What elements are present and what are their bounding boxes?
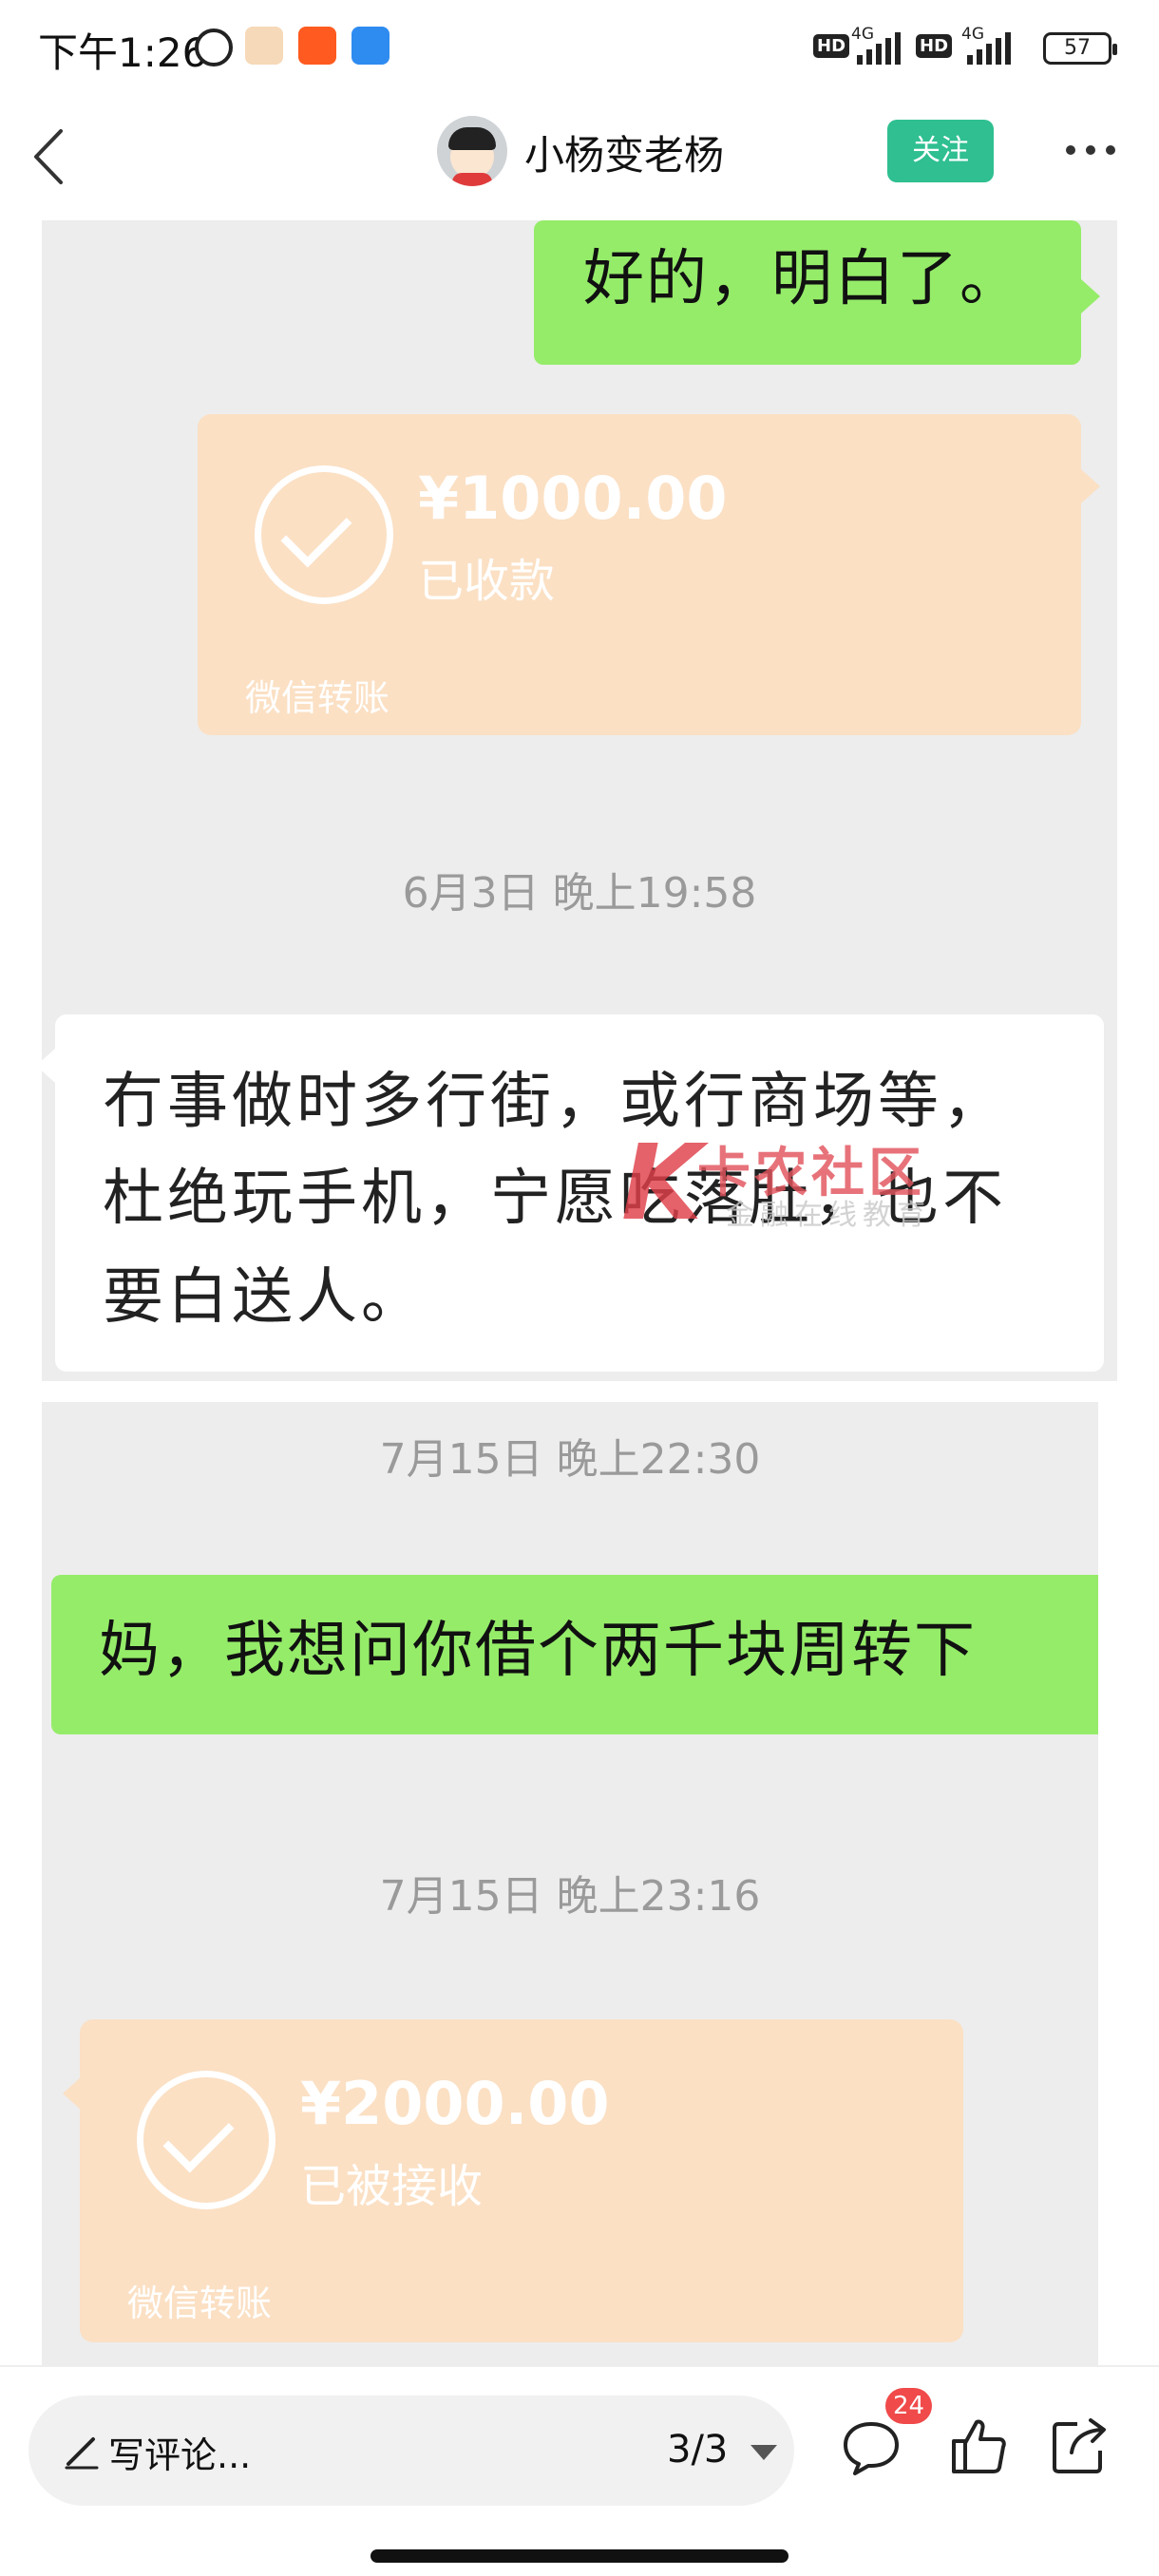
app-notification-icon [245,27,283,65]
chat-timestamp: 7月15日 晚上23:16 [379,1872,761,1921]
author-name[interactable]: 小杨变老杨 [524,123,724,181]
signal-icon [967,32,1011,65]
comment-icon[interactable] [840,2415,902,2481]
check-icon [255,465,393,604]
transfer-status: 已收款 [418,555,556,608]
chat-timestamp: 7月15日 晚上22:30 [379,1435,761,1484]
chat-message: 好的，明白了。 [583,244,1022,314]
back-arrow-icon[interactable] [28,125,76,188]
hd-icon: HD [916,34,953,58]
watermark-subtitle: 金融在线教育 [726,1199,931,1232]
app-notification-icon [352,27,390,65]
watermark-logo: K 卡农社区 金融在线教育 [621,1125,982,1235]
comment-count-badge: 24 [885,2388,933,2424]
transfer-status: 已被接收 [300,2160,484,2213]
top-nav-bar: 小杨变老杨 关注 [0,95,1159,218]
comment-input[interactable]: 写评论... 3/3 [28,2396,794,2506]
share-icon[interactable] [1049,2413,1112,2479]
chat-screenshot-part-1[interactable]: 好的，明白了。 ¥1000.00 已收款 微信转账 6月3日 晚上19:58 冇… [42,220,1117,1381]
alarm-icon [195,28,233,66]
avatar[interactable] [437,116,507,186]
post-detail-page: 下午1:26 HD 4G HD 4G 57 小杨变老杨 关注 好的，明白了。 ¥… [0,0,1159,2576]
pen-icon [65,2437,99,2470]
status-bar: 下午1:26 HD 4G HD 4G 57 [0,0,1159,95]
chat-bubble-sent: 好的，明白了。 [534,220,1081,365]
caret-down-icon[interactable] [750,2445,777,2460]
battery-indicator: 57 [1043,32,1117,65]
app-notification-icon [298,27,336,65]
hd-icon: HD [813,34,850,58]
transfer-label: 微信转账 [245,677,390,719]
transfer-card: ¥2000.00 已被接收 微信转账 [80,2019,963,2342]
bottom-action-bar: 写评论... 3/3 24 [0,2365,1159,2576]
more-icon[interactable] [1066,141,1115,160]
follow-button[interactable]: 关注 [887,120,994,182]
page-counter[interactable]: 3/3 [667,2428,728,2472]
home-indicator[interactable] [370,2549,788,2563]
status-time: 下午1:26 [38,29,208,76]
transfer-card: ¥1000.00 已收款 微信转账 [198,414,1081,735]
chat-message-line: 要白送人。 [103,1262,426,1333]
like-icon[interactable] [948,2413,1011,2479]
transfer-amount: ¥1000.00 [418,464,728,533]
signal-icon [857,32,901,65]
check-icon [137,2071,276,2209]
chat-message: 妈，我想问你借个两千块周转下 [99,1616,977,1686]
transfer-label: 微信转账 [127,2282,273,2324]
transfer-amount: ¥2000.00 [300,2069,610,2138]
chat-bubble-sent: 妈，我想问你借个两千块周转下 [51,1575,1098,1734]
chat-timestamp: 6月3日 晚上19:58 [402,869,757,918]
chat-screenshot-part-2[interactable]: 7月15日 晚上22:30 妈，我想问你借个两千块周转下 7月15日 晚上23:… [42,1402,1098,2365]
comment-placeholder: 写评论... [108,2434,252,2476]
watermark-k: K [621,1122,703,1243]
